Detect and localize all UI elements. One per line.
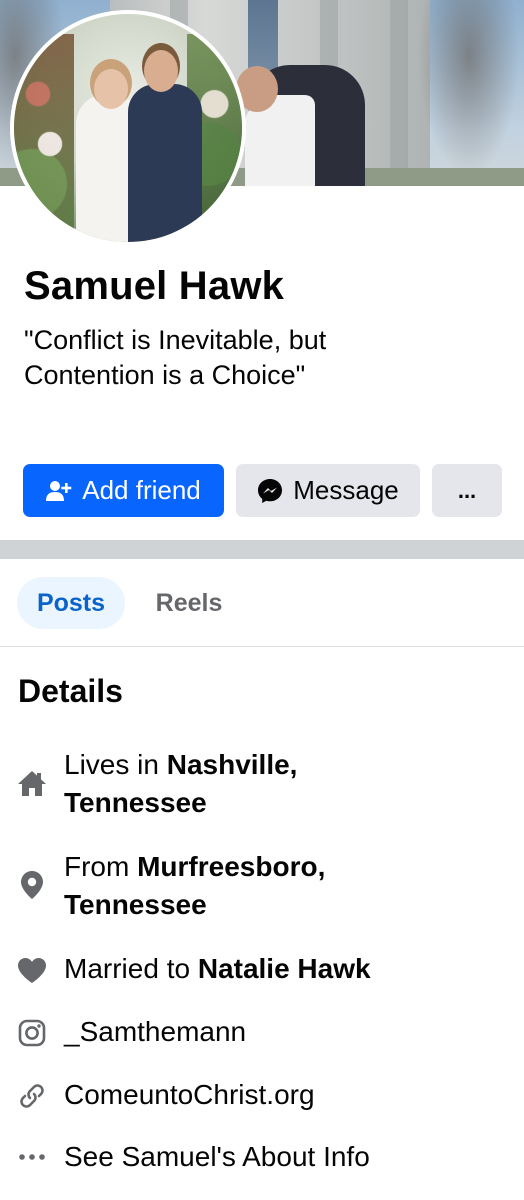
message-button[interactable]: Message <box>236 464 420 517</box>
detail-lives-in-prefix: Lives in <box>64 749 159 780</box>
more-options-label: ... <box>457 477 477 503</box>
avatar-groom-suit <box>128 84 202 242</box>
avatar-groom-head <box>144 50 178 92</box>
details-heading: Details <box>18 673 123 709</box>
detail-relationship-text: Married to Natalie Hawk <box>64 950 504 988</box>
detail-about-info-text: See Samuel's About Info <box>64 1141 370 1172</box>
cover-tree <box>414 0 524 186</box>
tabs-divider <box>0 646 524 647</box>
detail-lives-in-state[interactable]: Tennessee <box>64 787 207 818</box>
cover-building-column <box>390 0 408 170</box>
avatar-flowers-left <box>14 34 74 234</box>
detail-instagram-text: _Samthemann <box>64 1016 247 1047</box>
profile-bio: "Conflict is Inevitable, but Contention … <box>24 323 494 393</box>
add-friend-label: Add friend <box>82 475 201 505</box>
add-friend-icon <box>46 480 72 502</box>
tab-posts[interactable]: Posts <box>17 577 125 629</box>
message-label: Message <box>293 475 399 505</box>
detail-website-text: ComeuntoChrist.org <box>64 1079 315 1110</box>
detail-from-state[interactable]: Tennessee <box>64 889 207 920</box>
heart-icon <box>17 955 47 985</box>
detail-relationship-prefix: Married to <box>64 953 191 984</box>
profile-tabs: Posts Reels <box>0 577 524 629</box>
tab-reels[interactable]: Reels <box>135 577 243 629</box>
detail-lives-in-text: Lives in Nashville, Tennessee <box>64 746 504 822</box>
detail-from-prefix: From <box>64 851 130 882</box>
profile-avatar-photo <box>14 14 242 242</box>
detail-from-text: From Murfreesboro, Tennessee <box>64 848 504 924</box>
more-options-button[interactable]: ... <box>432 464 502 517</box>
location-pin-icon <box>17 870 47 900</box>
profile-name: Samuel Hawk <box>24 264 285 308</box>
detail-from-city[interactable]: Murfreesboro, <box>137 851 325 882</box>
add-friend-button[interactable]: Add friend <box>23 464 224 517</box>
instagram-icon <box>17 1018 47 1048</box>
avatar-bride-head <box>94 69 128 109</box>
profile-bio-line: Contention is a Choice" <box>24 360 306 390</box>
detail-spouse-link[interactable]: Natalie Hawk <box>198 953 371 984</box>
home-icon <box>17 768 47 798</box>
profile-avatar[interactable] <box>10 10 246 246</box>
section-separator <box>0 541 524 559</box>
profile-bio-line: "Conflict is Inevitable, but <box>24 325 327 355</box>
detail-lives-in-city[interactable]: Nashville, <box>167 749 298 780</box>
more-dots-icon <box>17 1142 47 1172</box>
link-icon <box>17 1081 47 1111</box>
messenger-icon <box>257 478 283 504</box>
